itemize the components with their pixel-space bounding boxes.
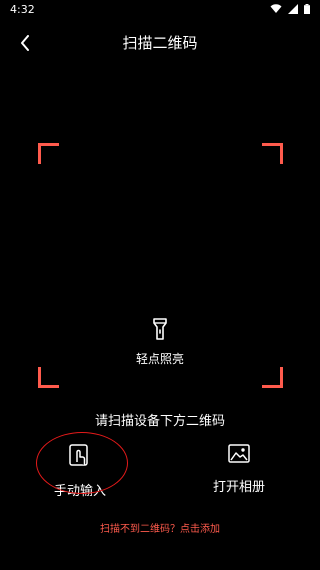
manual-input-label: 手动输入 — [53, 484, 106, 499]
page-title: 扫描二维码 — [122, 34, 198, 52]
flashlight-button[interactable]: 轻点照亮 — [120, 318, 200, 382]
wifi-icon — [270, 4, 282, 13]
image-icon — [228, 444, 250, 463]
tap-icon — [69, 444, 88, 466]
nav-bar: 扫描二维码 — [0, 28, 320, 58]
battery-icon — [304, 4, 310, 14]
signal-icon — [288, 4, 298, 14]
scan-corner-bottom-left — [38, 367, 59, 388]
add-device-link[interactable]: 扫描不到二维码？点击添加 — [0, 520, 320, 535]
status-icons — [270, 4, 310, 14]
status-bar: 4:32 — [0, 0, 320, 20]
flashlight-icon — [153, 318, 167, 340]
open-album-button[interactable]: 打开相册 — [184, 444, 294, 504]
scan-corner-bottom-right — [262, 367, 283, 388]
scan-corner-top-right — [262, 143, 283, 164]
open-album-label: 打开相册 — [212, 480, 265, 495]
flashlight-label: 轻点照亮 — [135, 352, 184, 366]
status-time: 4:32 — [10, 3, 35, 16]
scan-corner-top-left — [38, 143, 59, 164]
scan-tip: 请扫描设备下方二维码 — [94, 414, 225, 429]
manual-input-button[interactable]: 手动输入 — [25, 444, 135, 504]
